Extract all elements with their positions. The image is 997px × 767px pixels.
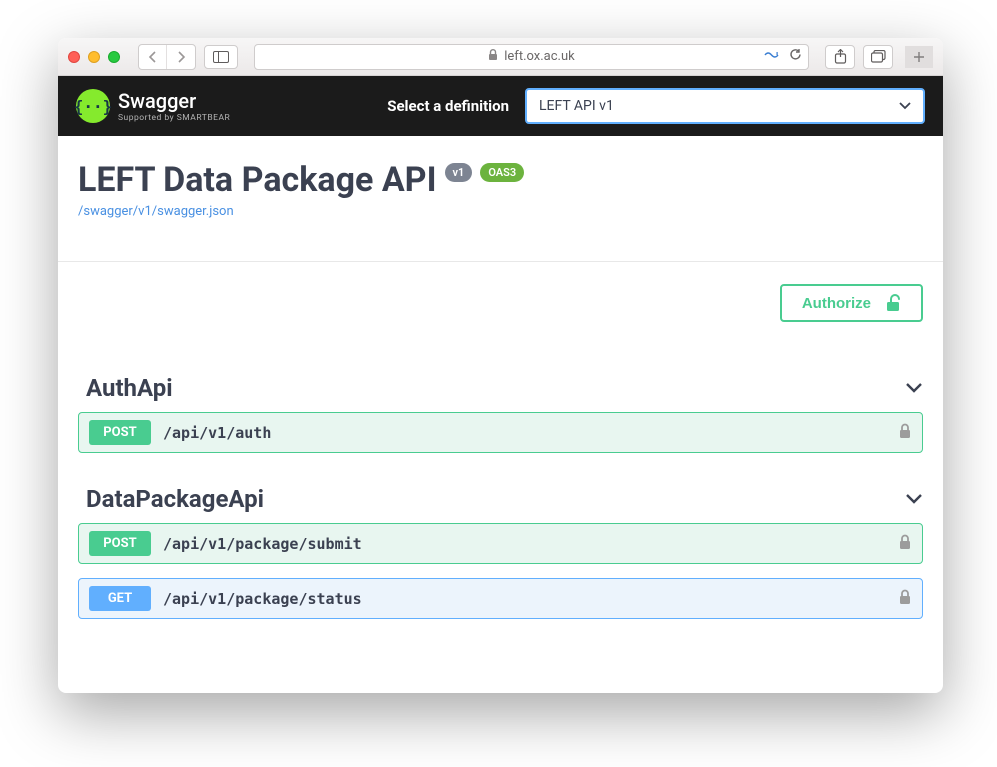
version-badge: v1	[445, 163, 473, 182]
unlock-icon	[885, 294, 901, 312]
spec-link[interactable]: /swagger/v1/swagger.json	[78, 204, 234, 219]
operation-path: /api/v1/auth	[163, 424, 271, 442]
http-method-badge: POST	[89, 531, 151, 556]
api-title-row: LEFT Data Package API v1 OAS3	[78, 160, 923, 200]
maximize-icon[interactable]	[108, 51, 120, 63]
forward-button[interactable]	[167, 45, 195, 69]
url-host: left.ox.ac.uk	[504, 49, 574, 64]
operation-path: /api/v1/package/submit	[163, 535, 362, 553]
definition-select[interactable]: LEFT API v1	[525, 88, 925, 124]
reader-icon[interactable]	[764, 49, 779, 65]
lock-icon	[488, 49, 498, 65]
swagger-topbar: {··} Swagger Supported by SMARTBEAR Sele…	[58, 76, 943, 136]
http-method-badge: POST	[89, 420, 151, 445]
chevron-down-icon	[899, 98, 911, 114]
definition-label: Select a definition	[387, 97, 509, 115]
http-method-badge: GET	[89, 586, 151, 611]
operation-path: /api/v1/package/status	[163, 590, 362, 608]
reload-button[interactable]	[789, 48, 802, 65]
main-content: LEFT Data Package API v1 OAS3 /swagger/v…	[58, 136, 943, 619]
brand-subtext: Supported by SMARTBEAR	[118, 113, 230, 123]
operation-row[interactable]: POST /api/v1/auth	[78, 412, 923, 453]
sidebar-toggle-button[interactable]	[204, 45, 238, 69]
chevron-down-icon	[905, 379, 923, 398]
chevron-down-icon	[905, 490, 923, 509]
section-datapackageapi-header[interactable]: DataPackageApi	[78, 467, 923, 523]
lock-icon	[898, 589, 912, 609]
address-bar[interactable]: left.ox.ac.uk	[254, 44, 809, 70]
swagger-logo: {··} Swagger Supported by SMARTBEAR	[76, 89, 230, 123]
authorize-button[interactable]: Authorize	[780, 284, 923, 322]
swagger-logo-icon: {··}	[76, 89, 110, 123]
close-icon[interactable]	[68, 51, 80, 63]
history-nav	[138, 44, 196, 70]
section-title: DataPackageApi	[86, 485, 264, 513]
lock-icon	[898, 423, 912, 443]
operation-row[interactable]: POST /api/v1/package/submit	[78, 523, 923, 564]
new-tab-button[interactable]	[905, 46, 933, 68]
tabs-button[interactable]	[863, 45, 893, 69]
section-title: AuthApi	[86, 374, 173, 402]
divider	[58, 261, 943, 262]
operation-row[interactable]: GET /api/v1/package/status	[78, 578, 923, 619]
share-button[interactable]	[825, 45, 855, 69]
definition-selected: LEFT API v1	[539, 98, 614, 114]
titlebar: left.ox.ac.uk	[58, 38, 943, 76]
window-controls	[68, 51, 120, 63]
lock-icon	[898, 534, 912, 554]
authorize-label: Authorize	[802, 295, 871, 312]
back-button[interactable]	[139, 45, 167, 69]
oas-badge: OAS3	[480, 163, 524, 182]
browser-window: left.ox.ac.uk {··} Swagger S	[58, 38, 943, 693]
section-authapi-header[interactable]: AuthApi	[78, 322, 923, 412]
minimize-icon[interactable]	[88, 51, 100, 63]
brand-name: Swagger	[118, 89, 230, 113]
api-title: LEFT Data Package API	[78, 160, 437, 200]
